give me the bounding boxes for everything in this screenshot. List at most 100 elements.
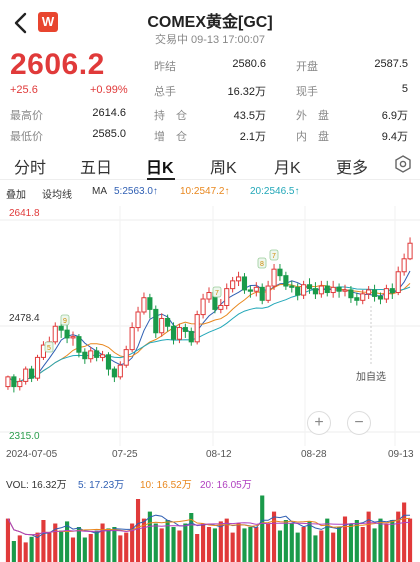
volume-bar bbox=[390, 520, 395, 562]
hexagon-settings-icon[interactable] bbox=[394, 155, 412, 173]
candle bbox=[330, 280, 336, 298]
x-axis-date: 2024-07-05 bbox=[6, 449, 58, 460]
vol-ma10: 10: 16.52万 bbox=[140, 480, 192, 491]
candle bbox=[283, 271, 289, 290]
stat-value: 2.1万 bbox=[239, 131, 266, 143]
candle bbox=[64, 324, 70, 344]
ma20-value: 20:2546.5↑ bbox=[250, 186, 300, 197]
candle bbox=[23, 366, 29, 385]
stat-label: 增 仓 bbox=[154, 131, 187, 143]
volume-bar bbox=[47, 532, 52, 562]
candle bbox=[200, 293, 206, 319]
volume-bar bbox=[307, 521, 312, 562]
stat-value: 43.5万 bbox=[233, 110, 266, 122]
candle bbox=[206, 287, 212, 303]
event-marker: 7 bbox=[269, 249, 279, 261]
active-tab-indicator bbox=[147, 178, 175, 180]
tab-weekly-k[interactable]: 周K bbox=[210, 154, 237, 178]
volume-bar bbox=[313, 535, 318, 562]
candle bbox=[265, 280, 271, 303]
volume-bar bbox=[283, 520, 288, 562]
add-watchlist-button[interactable]: 加自选 bbox=[356, 368, 386, 383]
x-axis-date: 09-13 bbox=[388, 449, 414, 460]
volume-bar bbox=[29, 536, 34, 562]
zoom-out-button[interactable]: − bbox=[347, 411, 371, 435]
tab-five-day[interactable]: 五日 bbox=[80, 154, 112, 178]
candle bbox=[70, 331, 76, 346]
event-marker: 8 bbox=[257, 257, 267, 269]
volume-legend: VOL: 16.32万 5: 17.23万 10: 16.52万 20: 16.… bbox=[0, 474, 420, 491]
overlay-button[interactable]: 叠加 bbox=[6, 186, 26, 201]
tab-more[interactable]: 更多 bbox=[336, 154, 368, 178]
volume-bar bbox=[195, 534, 200, 562]
stat-value: 2580.6 bbox=[232, 58, 266, 70]
trading-status: 交易中 09-13 17:00:07 bbox=[154, 34, 266, 46]
candle bbox=[253, 282, 259, 297]
candle bbox=[377, 292, 384, 305]
stat-value: 6.9万 bbox=[381, 110, 408, 122]
y-axis-mid: 2478.4 bbox=[9, 313, 40, 324]
candle bbox=[5, 375, 11, 390]
volume-bar bbox=[277, 530, 283, 562]
candle bbox=[135, 306, 141, 332]
stat-label: 内 盘 bbox=[296, 131, 329, 143]
candle bbox=[123, 345, 129, 368]
volume-bar bbox=[124, 532, 129, 562]
x-axis-date: 07-25 bbox=[112, 449, 138, 460]
ma-label: MA bbox=[92, 186, 107, 197]
stat-label: 持 仓 bbox=[154, 110, 187, 122]
volume-bar bbox=[331, 532, 336, 562]
set-ma-button[interactable]: 设均线 bbox=[42, 186, 72, 201]
event-marker: 5 bbox=[44, 341, 54, 353]
stat-value: 2587.5 bbox=[374, 58, 408, 70]
volume-bar bbox=[59, 530, 64, 562]
volume-bar bbox=[348, 523, 353, 562]
volume-bar bbox=[70, 537, 76, 562]
x-axis-date: 08-12 bbox=[206, 449, 232, 460]
volume-bar bbox=[266, 523, 271, 562]
zoom-in-button[interactable]: + bbox=[307, 411, 331, 435]
candlestick-chart[interactable]: 5 9 7 7 8 bbox=[0, 206, 420, 446]
volume-bar bbox=[289, 523, 294, 562]
candle bbox=[141, 292, 147, 315]
candle bbox=[194, 310, 200, 345]
tab-intraday[interactable]: 分时 bbox=[14, 154, 46, 178]
candle bbox=[389, 283, 395, 300]
volume-bar bbox=[201, 523, 206, 562]
stat-label: 现手 bbox=[296, 86, 318, 98]
volume-bar bbox=[372, 528, 377, 562]
candle bbox=[218, 299, 224, 314]
candle bbox=[235, 271, 242, 287]
volume-bar bbox=[147, 511, 152, 562]
candle bbox=[289, 280, 295, 293]
candle bbox=[188, 327, 194, 346]
candle bbox=[11, 374, 17, 393]
event-marker: 7 bbox=[212, 286, 222, 298]
volume-bar bbox=[236, 523, 241, 562]
tab-daily-k[interactable]: 日K bbox=[146, 154, 174, 178]
volume-bar bbox=[295, 532, 300, 562]
volume-bar bbox=[82, 537, 87, 562]
volume-bar bbox=[88, 534, 93, 562]
candle bbox=[312, 282, 319, 300]
candle bbox=[94, 347, 100, 362]
tab-monthly-k[interactable]: 月K bbox=[274, 154, 301, 178]
candle bbox=[129, 322, 135, 353]
candle bbox=[241, 273, 248, 294]
candle bbox=[271, 263, 277, 290]
candle bbox=[99, 350, 106, 362]
candle bbox=[105, 352, 112, 376]
candle bbox=[259, 283, 265, 305]
y-axis-high: 2641.8 bbox=[9, 208, 40, 219]
volume-bar bbox=[402, 502, 407, 562]
vol-total: VOL: 16.32万 bbox=[6, 480, 67, 491]
candle bbox=[159, 313, 165, 337]
volume-bar bbox=[177, 530, 182, 562]
volume-bar bbox=[206, 527, 212, 562]
stat-label: 开盘 bbox=[296, 61, 318, 73]
candle bbox=[165, 314, 171, 332]
stat-label: 总手 bbox=[154, 86, 176, 98]
candle bbox=[371, 284, 378, 302]
stat-label: 昨结 bbox=[154, 61, 176, 73]
vol-ma5: 5: 17.23万 bbox=[78, 480, 125, 491]
